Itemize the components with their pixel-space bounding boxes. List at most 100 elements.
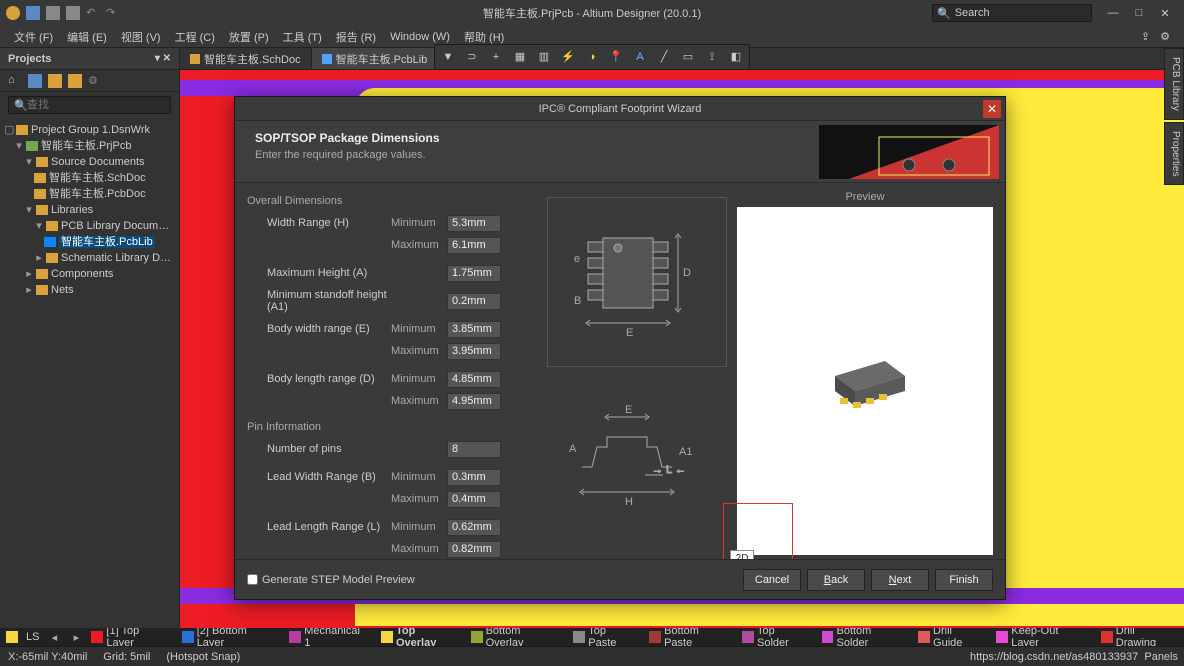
tab-pcblib[interactable]: 智能车主板.PcbLib — [312, 48, 439, 69]
tree-srcdocs[interactable]: ▾Source Documents — [4, 154, 175, 170]
ipc-wizard-modal: IPC® Compliant Footprint Wizard ✕ SOP/TS… — [234, 96, 1006, 600]
layer-chip[interactable]: Drill Guide — [918, 628, 984, 646]
text-icon[interactable]: A — [633, 50, 647, 64]
align-icon[interactable]: ▦ — [513, 50, 527, 64]
cancel-button[interactable]: Cancel — [743, 569, 801, 591]
menu-tools[interactable]: 工具 (T) — [277, 27, 328, 47]
tree-schlib-docs[interactable]: ▸Schematic Library Docu — [4, 250, 175, 266]
preview-2d-button[interactable]: 2D — [730, 550, 754, 559]
layer-chip[interactable]: Mechanical 1 — [289, 628, 369, 646]
input-width-max[interactable]: 6.1mm — [447, 237, 501, 254]
layer-chip[interactable]: Top Solder — [742, 628, 809, 646]
filter-icon[interactable]: ▼ — [441, 50, 455, 64]
undo-icon[interactable]: ↶ — [86, 6, 100, 20]
gear-small-icon[interactable]: ⚙ — [88, 74, 102, 88]
maximize-button[interactable]: □ — [1132, 7, 1146, 20]
input-width-min[interactable]: 5.3mm — [447, 215, 501, 232]
menu-edit[interactable]: 编辑 (E) — [61, 27, 113, 47]
layer-next[interactable]: ▸ — [69, 631, 83, 644]
diagram-top: D E e B — [547, 197, 727, 367]
input-leadl-min[interactable]: 0.62mm — [447, 519, 501, 536]
layer-chip[interactable]: [1] Top Layer — [91, 628, 169, 646]
rect-icon[interactable]: ▭ — [681, 50, 695, 64]
input-leadw-max[interactable]: 0.4mm — [447, 491, 501, 508]
refresh-icon[interactable] — [68, 74, 82, 88]
settings-gear-icon[interactable]: ⚙ — [1160, 30, 1170, 43]
layer-chip[interactable]: Top Paste — [573, 628, 637, 646]
global-search[interactable]: 🔍 Search — [932, 4, 1092, 22]
input-leadl-max[interactable]: 0.82mm — [447, 541, 501, 558]
snap-icon[interactable]: ◧ — [729, 50, 743, 64]
layer-chip[interactable]: Keep-Out Layer — [996, 628, 1089, 646]
menu-reports[interactable]: 报告 (R) — [330, 27, 382, 47]
folder-icon[interactable] — [48, 74, 62, 88]
svg-text:B: B — [574, 295, 581, 307]
modal-header: SOP/TSOP Package Dimensions Enter the re… — [235, 121, 1005, 183]
vtab-pcblibrary[interactable]: PCB Library — [1164, 48, 1184, 120]
close-button[interactable]: ✕ — [1158, 7, 1172, 20]
tree-pcblib-docs[interactable]: ▾PCB Library Documents — [4, 218, 175, 234]
redo-icon[interactable]: ↷ — [106, 6, 120, 20]
layer-prev[interactable]: ◂ — [47, 631, 61, 644]
back-button[interactable]: Back — [807, 569, 865, 591]
print-icon[interactable] — [66, 6, 80, 20]
input-bodyl-max[interactable]: 4.95mm — [447, 393, 501, 410]
dim-icon[interactable]: ⟟ — [705, 50, 719, 64]
tree-schdoc[interactable]: 智能车主板.SchDoc — [4, 170, 175, 186]
tree-pcblib[interactable]: 智能车主板.PcbLib — [4, 234, 175, 250]
plus-icon[interactable]: + — [489, 50, 503, 64]
svg-text:D: D — [683, 267, 691, 279]
line-icon[interactable]: ╱ — [657, 50, 671, 64]
menu-view[interactable]: 视图 (V) — [115, 27, 167, 47]
bolt-icon[interactable]: ⚡ — [561, 50, 575, 64]
pin-icon[interactable]: ▾ ✕ — [155, 53, 171, 64]
input-standoff[interactable]: 0.2mm — [447, 293, 501, 310]
layer-chip[interactable]: Bottom Paste — [649, 628, 730, 646]
open-icon[interactable] — [46, 6, 60, 20]
svg-text:e: e — [574, 253, 580, 265]
home-icon[interactable]: ⌂ — [8, 74, 22, 88]
svg-text:H: H — [625, 496, 633, 508]
layer-chip[interactable]: Top Overlay — [381, 628, 459, 646]
layer-chip[interactable]: Drill Drawing — [1101, 628, 1178, 646]
step-preview-checkbox[interactable]: Generate STEP Model Preview — [247, 574, 415, 586]
input-bodyl-min[interactable]: 4.85mm — [447, 371, 501, 388]
ls-label[interactable]: LS — [26, 631, 39, 643]
share-icon[interactable]: ⇪ — [1141, 30, 1150, 43]
projects-search-input[interactable] — [8, 96, 171, 114]
layer-chip[interactable]: [2] Bottom Layer — [182, 628, 278, 646]
tab-schdoc[interactable]: 智能车主板.SchDoc — [180, 48, 312, 69]
tree-project[interactable]: ▾智能车主板.PrjPcb — [4, 138, 175, 154]
step-preview-input[interactable] — [247, 574, 258, 585]
mask-icon[interactable]: ◑ — [585, 50, 599, 64]
compile-icon[interactable] — [28, 74, 42, 88]
next-button[interactable]: Next — [871, 569, 929, 591]
svg-text:→ L ←: → L ← — [652, 464, 686, 476]
grid-icon[interactable]: ▥ — [537, 50, 551, 64]
layer-chip[interactable]: Bottom Overlay — [471, 628, 562, 646]
tree-group[interactable]: ▢Project Group 1.DsnWrk — [4, 122, 175, 138]
lasso-icon[interactable]: ⊃ — [465, 50, 479, 64]
input-bodyw-min[interactable]: 3.85mm — [447, 321, 501, 338]
menu-project[interactable]: 工程 (C) — [169, 27, 221, 47]
menu-file[interactable]: 文件 (F) — [8, 27, 59, 47]
minimize-button[interactable]: — — [1106, 7, 1120, 20]
finish-button[interactable]: Finish — [935, 569, 993, 591]
save-icon[interactable] — [26, 6, 40, 20]
modal-close-button[interactable]: ✕ — [983, 100, 1001, 118]
layer-chip[interactable]: Bottom Solder — [822, 628, 907, 646]
input-bodyw-max[interactable]: 3.95mm — [447, 343, 501, 360]
input-max-height[interactable]: 1.75mm — [447, 265, 501, 282]
panels-button[interactable]: Panels — [1144, 651, 1178, 663]
menu-place[interactable]: 放置 (P) — [223, 27, 275, 47]
tree-components[interactable]: ▸Components — [4, 266, 175, 282]
tree-pcbdoc[interactable]: 智能车主板.PcbDoc — [4, 186, 175, 202]
input-leadw-min[interactable]: 0.3mm — [447, 469, 501, 486]
tree-libraries[interactable]: ▾Libraries — [4, 202, 175, 218]
menu-window[interactable]: Window (W) — [384, 29, 456, 45]
projects-panel-header: Projects ▾ ✕ — [0, 48, 179, 70]
input-numpins[interactable]: 8 — [447, 441, 501, 458]
vtab-properties[interactable]: Properties — [1164, 122, 1184, 186]
tree-nets[interactable]: ▸Nets — [4, 282, 175, 298]
pin-icon[interactable]: 📍 — [609, 50, 623, 64]
